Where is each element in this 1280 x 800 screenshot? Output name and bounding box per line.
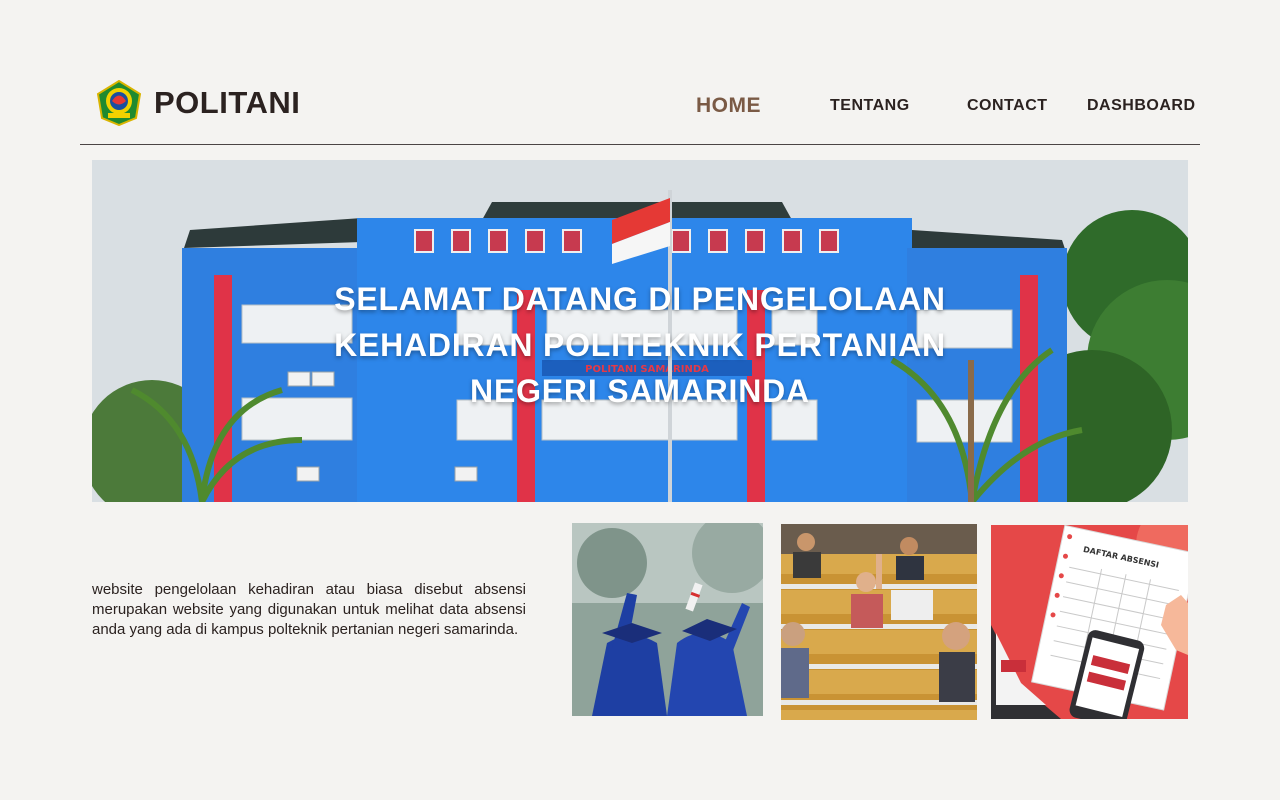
nav-tentang[interactable]: TENTANG (830, 97, 910, 115)
nav-dashboard[interactable]: DASHBOARD (1087, 97, 1196, 115)
hero-title-line: SELAMAT DATANG DI PENGELOLAAN (334, 281, 946, 317)
site-header: POLITANI HOME TENTANG CONTACT DASHBOARD (80, 70, 1200, 145)
hero-banner: POLITANI SAMARINDA SELAMAT DATANG DI PEN… (92, 160, 1188, 502)
intro-text: website pengelolaan kehadiran atau biasa… (92, 581, 526, 638)
classroom-photo (781, 524, 977, 720)
hero-title-line: KEHADIRAN POLITEKNIK PERTANIAN (334, 327, 946, 363)
graduation-photo (572, 523, 763, 716)
nav-home[interactable]: HOME (696, 94, 761, 118)
hero-title-line: NEGERI SAMARINDA (470, 373, 810, 409)
hero-title: SELAMAT DATANG DI PENGELOLAAN KEHADIRAN … (92, 276, 1188, 414)
attendance-illustration: DAFTAR ABSENSI (991, 525, 1188, 719)
main-nav: HOME TENTANG CONTACT DASHBOARD (80, 70, 1200, 144)
nav-contact[interactable]: CONTACT (967, 97, 1048, 115)
